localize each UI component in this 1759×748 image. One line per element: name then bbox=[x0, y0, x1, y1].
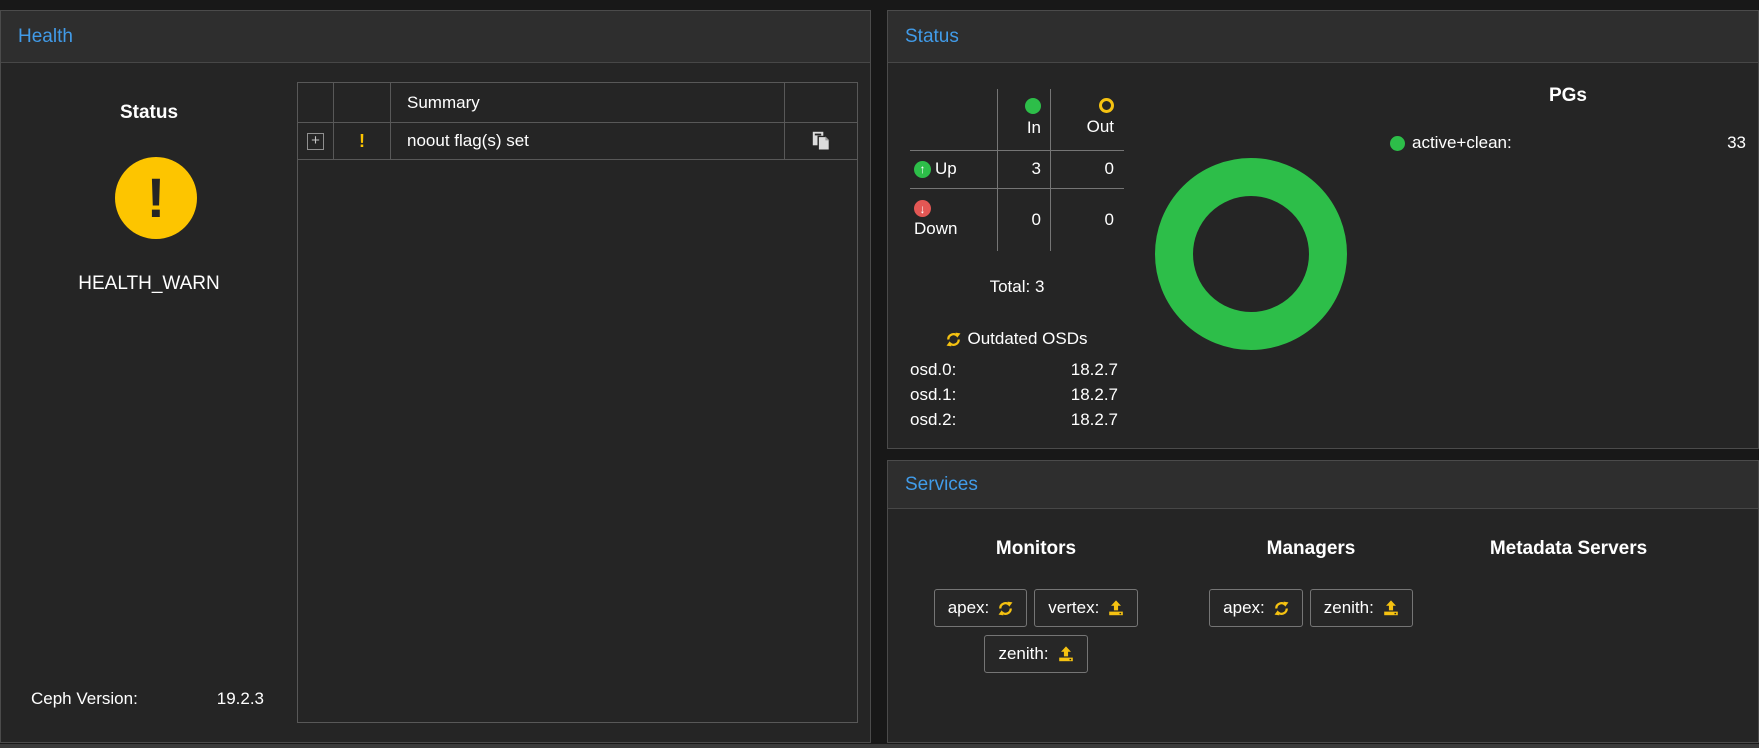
actions-column-header bbox=[785, 83, 857, 122]
services-group-metadata-servers: Metadata Servers bbox=[1426, 509, 1711, 742]
up-arrow-icon bbox=[914, 161, 931, 178]
down-label: Down bbox=[914, 219, 957, 239]
status-panel-title: Status bbox=[905, 26, 959, 48]
upload-icon bbox=[1108, 600, 1124, 616]
out-column-header: Out bbox=[1087, 117, 1114, 137]
summary-column-header[interactable]: Summary bbox=[391, 83, 785, 122]
service-name: apex: bbox=[948, 598, 990, 618]
services-panel-body: Monitors apex: vertex: zenith: Managers ap… bbox=[888, 509, 1758, 742]
refresh-icon bbox=[998, 601, 1013, 616]
osd-version: 18.2.7 bbox=[1071, 385, 1118, 405]
osd-version: 18.2.7 bbox=[1071, 410, 1118, 430]
status-panel-body: In Out Up 3 0 Down 0 0 Total: 3 Outdated… bbox=[888, 63, 1758, 448]
health-status-value: HEALTH_WARN bbox=[1, 273, 297, 295]
status-panel-header: Status bbox=[888, 11, 1758, 63]
osd-name: osd.0: bbox=[910, 360, 956, 380]
osd-name: osd.1: bbox=[910, 385, 956, 405]
osd-up-out-value: 0 bbox=[1050, 150, 1124, 188]
expander-column-header bbox=[298, 83, 334, 122]
down-arrow-icon bbox=[914, 200, 931, 217]
outdated-osd-row: osd.0: 18.2.7 bbox=[910, 357, 1118, 382]
upload-icon bbox=[1058, 646, 1074, 662]
services-group-heading: Monitors bbox=[896, 535, 1176, 563]
refresh-icon bbox=[946, 332, 961, 347]
service-button-apex[interactable]: apex: bbox=[1209, 589, 1303, 627]
osd-total: Total: 3 bbox=[910, 277, 1124, 297]
osd-version: 18.2.7 bbox=[1071, 360, 1118, 380]
ceph-version-value: 19.2.3 bbox=[217, 689, 264, 709]
in-column-header: In bbox=[1027, 118, 1041, 138]
pgs-legend-label: active+clean: bbox=[1412, 133, 1512, 153]
ceph-version-row: Ceph Version: 19.2.3 bbox=[31, 689, 264, 709]
service-button-vertex[interactable]: vertex: bbox=[1034, 589, 1138, 627]
status-panel: Status In Out Up 3 0 Down bbox=[887, 10, 1759, 449]
osd-up-in-value: 3 bbox=[997, 150, 1050, 188]
copy-icon[interactable] bbox=[812, 131, 831, 151]
health-panel-header: Health bbox=[1, 11, 870, 63]
severity-cell: ! bbox=[334, 123, 391, 159]
summary-cell: noout flag(s) set bbox=[391, 123, 785, 159]
service-name: apex: bbox=[1223, 598, 1265, 618]
health-panel: Health Status HEALTH_WARN Ceph Version: … bbox=[0, 10, 871, 743]
summary-table-header-row: Summary bbox=[298, 83, 857, 123]
outdated-osd-row: osd.1: 18.2.7 bbox=[910, 382, 1118, 407]
osd-up-row-label: Up bbox=[910, 150, 997, 188]
window-bottom-edge bbox=[0, 744, 1759, 748]
services-panel: Services Monitors apex: vertex: zenith: Ma… bbox=[887, 460, 1759, 743]
up-label: Up bbox=[935, 159, 957, 179]
services-group-heading: Managers bbox=[1171, 535, 1451, 563]
service-button-apex[interactable]: apex: bbox=[934, 589, 1028, 627]
severity-column-header bbox=[334, 83, 391, 122]
osd-in-header-cell: In bbox=[997, 85, 1050, 150]
osd-status-table: In Out Up 3 0 Down 0 0 bbox=[910, 85, 1124, 251]
health-panel-body: Status HEALTH_WARN Ceph Version: 19.2.3 … bbox=[1, 63, 870, 742]
pgs-title: PGs bbox=[1390, 85, 1746, 107]
service-button-zenith[interactable]: zenith: bbox=[1310, 589, 1413, 627]
pgs-donut-segment bbox=[1174, 177, 1328, 331]
service-name: zenith: bbox=[1324, 598, 1374, 618]
outdated-osds-label: Outdated OSDs bbox=[967, 329, 1087, 349]
health-panel-title: Health bbox=[18, 26, 73, 48]
services-group-monitors: Monitors apex: vertex: zenith: bbox=[896, 509, 1176, 742]
out-ring-icon bbox=[1099, 98, 1114, 113]
pgs-donut-chart bbox=[1151, 154, 1351, 354]
summary-table-rows: ! noout flag(s) set bbox=[298, 123, 857, 160]
service-button-zenith[interactable]: zenith: bbox=[984, 635, 1087, 673]
service-name: zenith: bbox=[998, 644, 1048, 664]
osd-down-in-value: 0 bbox=[997, 188, 1050, 251]
refresh-icon bbox=[1274, 601, 1289, 616]
legend-dot-icon bbox=[1390, 136, 1405, 151]
services-panel-title: Services bbox=[905, 474, 978, 496]
osd-down-out-value: 0 bbox=[1050, 188, 1124, 251]
services-panel-header: Services bbox=[888, 461, 1758, 509]
in-dot-icon bbox=[1025, 98, 1041, 114]
ceph-version-label: Ceph Version: bbox=[31, 689, 138, 709]
health-warning-icon bbox=[115, 157, 197, 239]
services-group-managers: Managers apex: zenith: bbox=[1171, 509, 1451, 742]
expand-row-icon[interactable] bbox=[307, 133, 324, 150]
osd-out-header-cell: Out bbox=[1050, 85, 1124, 150]
pgs-legend-row: active+clean: 33 bbox=[1390, 133, 1746, 153]
osd-down-row-label: Down bbox=[910, 188, 997, 251]
outdated-osds-title: Outdated OSDs bbox=[910, 329, 1124, 349]
upload-icon bbox=[1383, 600, 1399, 616]
summary-table-row[interactable]: ! noout flag(s) set bbox=[298, 123, 857, 160]
pgs-legend-value: 33 bbox=[1727, 133, 1746, 153]
health-summary-table: Summary ! noout flag(s) set bbox=[297, 82, 858, 723]
services-group-heading: Metadata Servers bbox=[1426, 535, 1711, 563]
osd-name: osd.2: bbox=[910, 410, 956, 430]
warning-icon: ! bbox=[359, 131, 365, 152]
health-status-heading: Status bbox=[1, 102, 297, 124]
outdated-osd-row: osd.2: 18.2.7 bbox=[910, 407, 1118, 432]
outdated-osd-list: osd.0: 18.2.7 osd.1: 18.2.7 osd.2: 18.2.7 bbox=[910, 357, 1118, 432]
service-name: vertex: bbox=[1048, 598, 1099, 618]
